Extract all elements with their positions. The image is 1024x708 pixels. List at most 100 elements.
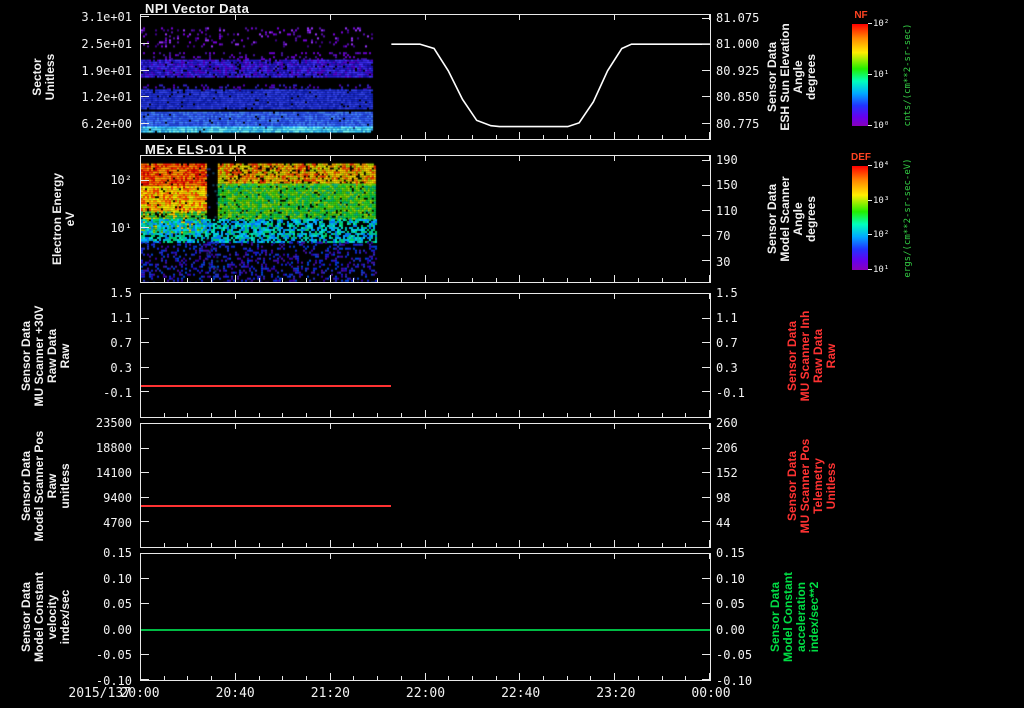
x-tick-mark <box>496 676 497 680</box>
x-tick-mark <box>590 278 591 282</box>
x-tick-mark <box>519 275 520 282</box>
x-tick-mark <box>590 413 591 417</box>
x-tick-mark <box>496 413 497 417</box>
x-tick-mark <box>377 413 378 417</box>
y-tick-label: 0.00 <box>103 623 132 637</box>
x-tick-mark <box>282 543 283 547</box>
y-tick-label: 2.5e+01 <box>81 37 132 51</box>
x-tick-mark <box>519 673 520 680</box>
y-tick-mark <box>702 342 710 343</box>
x-tick-mark <box>140 132 141 139</box>
y-axis-ticks-left: 3.1e+01 2.5e+01 1.9e+01 1.2e+01 6.2e+00 <box>0 14 136 140</box>
x-tick-mark <box>685 413 686 417</box>
y-tick-mark <box>141 123 149 124</box>
panel-mex-els: MEx ELS-01 LR Electron Energy eV 10² 10¹ … <box>0 155 1024 283</box>
y-tick-mark <box>141 448 149 449</box>
x-axis-tick-label: 21:20 <box>311 686 350 701</box>
y-axis-label-scanner-angle: Sensor Data Model Scanner Angle degrees <box>766 176 818 261</box>
y-tick-label: 70 <box>716 229 730 243</box>
plot-area-mu-scanner <box>140 293 711 418</box>
mu-scanner-raw-line <box>141 385 391 387</box>
x-tick-mark <box>140 410 141 417</box>
x-tick-mark <box>235 673 236 680</box>
x-tick-mark <box>685 543 686 547</box>
x-axis-tick-label: 23:20 <box>596 686 635 701</box>
scanner-pos-line <box>141 505 391 507</box>
y-tick-mark <box>702 521 710 522</box>
y-tick-label: 0.05 <box>103 597 132 611</box>
y-tick-mark <box>702 472 710 473</box>
x-tick-mark <box>187 278 188 282</box>
x-tick-mark <box>235 15 236 20</box>
model-constant-velocity-line <box>141 629 710 631</box>
x-tick-mark <box>614 156 615 161</box>
x-tick-mark <box>472 413 473 417</box>
panel-npi-vector-data: NPI Vector Data Sector Unitless 3.1e+01 2… <box>0 14 1024 140</box>
x-tick-mark <box>235 540 236 547</box>
x-tick-mark <box>282 676 283 680</box>
y-tick-mark <box>141 180 149 181</box>
y-axis-ticks-left: 0.15 0.10 0.05 0.00 -0.05 -0.10 <box>0 553 136 681</box>
x-tick-mark <box>187 413 188 417</box>
x-tick-mark <box>330 15 331 20</box>
y-tick-mark <box>141 472 149 473</box>
x-tick-mark <box>425 673 426 680</box>
colorbar-title-nf: NF <box>850 10 872 21</box>
x-tick-mark <box>140 540 141 547</box>
x-tick-mark <box>590 543 591 547</box>
x-tick-mark <box>377 135 378 139</box>
x-tick-mark <box>140 156 141 161</box>
x-tick-mark <box>448 676 449 680</box>
y-tick-label: 0.00 <box>716 623 745 637</box>
y-tick-mark <box>141 96 149 97</box>
x-tick-mark <box>685 135 686 139</box>
x-tick-mark <box>590 676 591 680</box>
x-tick-mark <box>472 676 473 680</box>
y-tick-mark <box>702 210 710 211</box>
x-tick-mark <box>353 278 354 282</box>
x-tick-mark <box>638 278 639 282</box>
x-tick-mark <box>377 278 378 282</box>
y-tick-mark <box>141 70 149 71</box>
x-axis: 2015/137 20:00 20:40 21:20 22:00 22:40 23:20 0… <box>140 684 711 704</box>
panel-model-scanner-pos: Sensor Data Model Scanner Pos Raw unitle… <box>0 423 1024 548</box>
colorbar-unit-label-def: ergs/(cm**2-sr-sec-eV) <box>903 158 913 277</box>
y-tick-label: 1.9e+01 <box>81 64 132 78</box>
x-tick-mark <box>614 673 615 680</box>
y-tick-mark <box>702 235 710 236</box>
x-tick-mark <box>519 156 520 161</box>
x-tick-mark <box>401 676 402 680</box>
x-tick-mark <box>425 424 426 429</box>
y-tick-mark <box>141 654 149 655</box>
x-tick-mark <box>638 413 639 417</box>
x-tick-mark <box>709 410 710 417</box>
y-tick-mark <box>141 318 149 319</box>
y-tick-mark <box>702 679 710 680</box>
x-tick-mark <box>235 132 236 139</box>
x-tick-mark <box>306 278 307 282</box>
x-tick-mark <box>662 543 663 547</box>
x-tick-mark <box>164 676 165 680</box>
y-tick-label: 260 <box>716 416 738 430</box>
colorbar-tick-label: 10² <box>873 230 889 240</box>
x-tick-mark <box>662 676 663 680</box>
y-tick-mark <box>141 521 149 522</box>
y-tick-label: 23500 <box>96 416 132 430</box>
colorbar-tick-label: 10⁴ <box>873 161 889 171</box>
colorbar-tick-mark <box>868 165 872 166</box>
x-tick-mark <box>401 135 402 139</box>
x-tick-mark <box>614 410 615 417</box>
x-tick-mark <box>709 540 710 547</box>
x-tick-mark <box>425 294 426 299</box>
y-tick-label: 10² <box>110 173 132 187</box>
x-tick-mark <box>543 135 544 139</box>
y-tick-label: 0.10 <box>716 572 745 586</box>
x-tick-mark <box>685 676 686 680</box>
x-tick-mark <box>353 413 354 417</box>
y-tick-mark <box>702 318 710 319</box>
colorbar-ticks-def: 10⁴ 10³ 10² 10¹ <box>852 166 868 270</box>
colorbar-ticks-nf: 10² 10¹ 10⁰ <box>852 24 868 126</box>
x-axis-tick-label: 22:00 <box>406 686 445 701</box>
colorbar-tick-mark <box>868 125 872 126</box>
x-axis-tick-label: 00:00 <box>691 686 730 701</box>
